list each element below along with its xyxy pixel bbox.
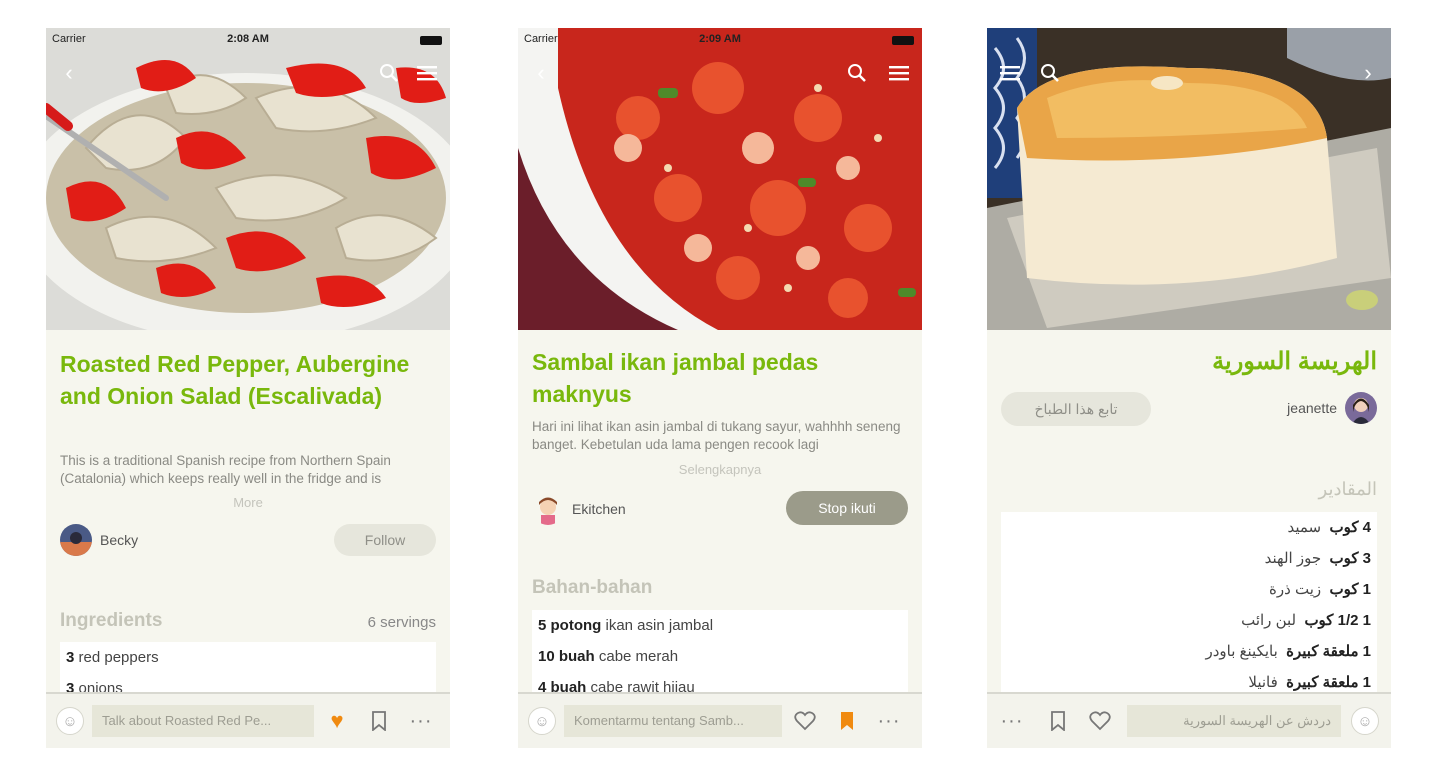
more-link[interactable]: Selengkapnya [518, 462, 922, 477]
recipe-title: الهريسة السورية [1212, 348, 1377, 375]
menu-icon[interactable] [884, 58, 914, 88]
heart-outline-icon[interactable] [1085, 711, 1115, 731]
search-icon[interactable] [842, 58, 872, 88]
more-icon[interactable]: ··· [874, 710, 904, 733]
list-item: 1 كوب زيت ذرة [1269, 581, 1371, 598]
recipe-title: Sambal ikan jambal pedas maknyus [532, 349, 819, 407]
recipe-screen-sambal: Carrier 2:09 AM ‹ Sambal ikan jambal ped… [518, 28, 922, 748]
comment-input[interactable]: دردش عن الهريسة السورية [1127, 705, 1341, 737]
servings-label: 6 servings [367, 614, 436, 631]
search-icon[interactable] [374, 58, 404, 88]
bookmark-icon[interactable] [1043, 711, 1073, 731]
ingredients-heading: المقادير [1318, 479, 1377, 499]
menu-icon[interactable] [995, 58, 1025, 88]
bookmark-filled-icon[interactable] [832, 711, 862, 731]
chef-hat-icon: ☺ [1351, 707, 1379, 735]
list-item: 3 كوب جوز الهند [1264, 550, 1371, 567]
author-name: jeanette [1287, 400, 1337, 416]
avatar [1345, 392, 1377, 424]
avatar [60, 524, 92, 556]
unfollow-button[interactable]: Stop ikuti [786, 491, 908, 525]
ingredients-heading: Ingredients [60, 610, 163, 631]
back-chevron-icon[interactable]: ‹ [54, 58, 84, 88]
back-chevron-icon[interactable]: ‹ [526, 58, 556, 88]
recipe-description: Hari ini lihat ikan asin jambal di tukan… [532, 419, 901, 452]
status-time: 2:08 AM [227, 33, 269, 45]
battery-icon [892, 36, 914, 45]
search-icon[interactable] [1035, 58, 1065, 88]
comment-input[interactable]: Talk about Roasted Red Pe... [92, 705, 314, 737]
recipe-screen-escalivada: Carrier 2:08 AM ‹ Roasted Red Pepper, Au… [46, 28, 450, 748]
ingredient-list: 4 كوب سميد 3 كوب جوز الهند 1 كوب زيت ذرة… [1001, 512, 1377, 698]
more-icon[interactable]: ··· [997, 710, 1027, 733]
avatar [532, 493, 564, 525]
author-row[interactable]: Ekitchen [532, 493, 626, 525]
list-item: 3 red peppers [66, 649, 159, 666]
recipe-description: This is a traditional Spanish recipe fro… [60, 453, 391, 486]
list-item: 1 1/2 كوب لبن رائب [1241, 612, 1371, 629]
more-link[interactable]: More [46, 495, 450, 510]
bookmark-icon[interactable] [364, 711, 394, 731]
menu-icon[interactable] [412, 58, 442, 88]
bottom-action-bar: ☺ Komentarmu tentang Samb... ··· [518, 692, 922, 748]
bottom-action-bar: ☺ Talk about Roasted Red Pe... ♥ ··· [46, 692, 450, 748]
more-icon[interactable]: ··· [406, 710, 436, 733]
chef-hat-icon: ☺ [56, 707, 84, 735]
status-time: 2:09 AM [699, 33, 741, 45]
recipe-title: Roasted Red Pepper, Aubergine and Onion … [60, 351, 410, 409]
follow-button[interactable]: تابع هذا الطباخ [1001, 392, 1151, 426]
comment-input[interactable]: Komentarmu tentang Samb... [564, 705, 782, 737]
author-name: Ekitchen [572, 501, 626, 517]
ingredients-heading: Bahan-bahan [532, 577, 653, 598]
list-item: 10 buah cabe merah [538, 648, 679, 665]
list-item: 4 كوب سميد [1287, 519, 1371, 536]
chef-hat-icon: ☺ [528, 707, 556, 735]
heart-filled-icon[interactable]: ♥ [322, 708, 352, 734]
recipe-screen-harissa: › الهريسة السورية تابع هذا الطباخ jeanet… [987, 28, 1391, 748]
follow-button[interactable]: Follow [334, 524, 436, 556]
author-row[interactable]: jeanette [1287, 392, 1377, 424]
forward-chevron-icon[interactable]: › [1353, 58, 1383, 88]
battery-icon [420, 36, 442, 45]
author-row[interactable]: Becky [60, 524, 138, 556]
author-name: Becky [100, 532, 139, 548]
heart-outline-icon[interactable] [790, 711, 820, 731]
bottom-action-bar: ··· دردش عن الهريسة السورية ☺ [987, 692, 1391, 748]
list-item: 1 ملعقة كبيرة بايكينغ باودر [1205, 643, 1371, 660]
list-item: 5 potong ikan asin jambal [538, 617, 714, 634]
ingredient-list: 5 potong ikan asin jambal 10 buah cabe m… [532, 610, 908, 703]
